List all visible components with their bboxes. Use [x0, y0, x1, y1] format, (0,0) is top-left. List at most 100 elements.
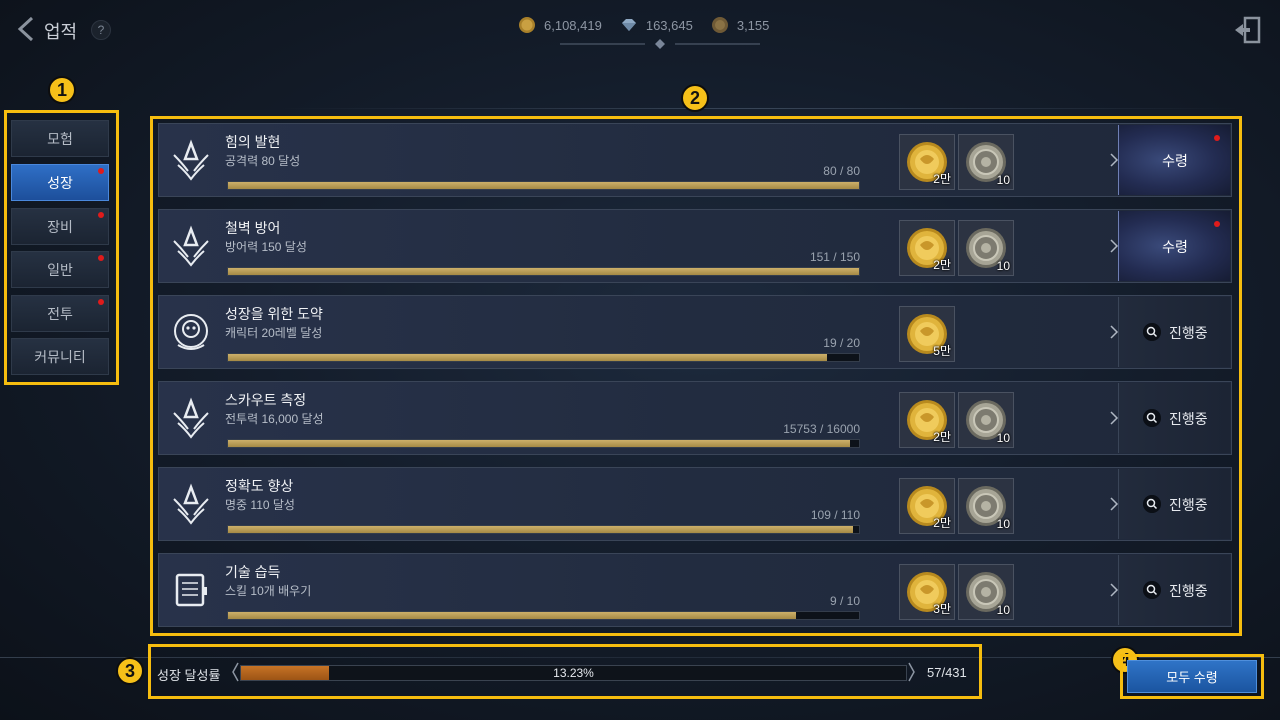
achievement-row[interactable]: 성장을 위한 도약 캐릭터 20레벨 달성 19 / 20 5만 진행중 [158, 295, 1232, 369]
reward-slot[interactable]: 10 [958, 392, 1014, 448]
claim-button[interactable]: 수령 [1118, 125, 1230, 195]
achievement-row[interactable]: 스카우트 측정전투력 16,000 달성 15753 / 16000 2만 10 진행중 [158, 381, 1232, 455]
exit-icon[interactable] [1232, 16, 1262, 44]
achievement-name: 성장을 위한 도약 [225, 306, 323, 322]
notification-dot [1214, 135, 1220, 141]
in-progress-button[interactable]: 진행중 [1118, 469, 1230, 539]
achievement-emblem-icon [173, 483, 209, 525]
currency-diamond-value: 163,645 [645, 17, 693, 33]
achievement-emblem-icon [173, 225, 209, 267]
achievement-progress-count: 109 / 110 [810, 508, 860, 522]
in-progress-button[interactable]: 진행중 [1118, 383, 1230, 453]
magnifier-icon [1143, 581, 1161, 599]
achievement-row[interactable]: 정확도 향상명중 110 달성 109 / 110 2만 10 진행중 [158, 467, 1232, 541]
achievement-emblem-icon [173, 139, 209, 181]
callout-badge-3: 3 [116, 657, 144, 685]
currency-gold: 6,108,419 [518, 16, 602, 34]
reward-quantity: 2만 [933, 430, 951, 444]
notification-dot [98, 255, 104, 261]
reward-quantity: 5만 [933, 344, 951, 358]
notification-dot [98, 299, 104, 305]
in-progress-label: 진행중 [1169, 497, 1208, 513]
in-progress-label: 진행중 [1169, 325, 1208, 341]
achievement-name: 스카우트 측정 [225, 392, 307, 408]
reward-slot[interactable]: 3만 [899, 564, 955, 620]
claim-button-label: 수령 [1162, 239, 1188, 255]
sidebar-item-growth[interactable]: 성장 [11, 164, 109, 201]
achievement-progress-fill [228, 440, 850, 447]
reward-quantity: 10 [996, 173, 1010, 187]
in-progress-label: 진행중 [1169, 583, 1208, 599]
currency-bronze-value: 3,155 [736, 17, 770, 33]
claim-button[interactable]: 수령 [1118, 211, 1230, 281]
claim-button-label: 수령 [1162, 153, 1188, 169]
achievement-progress-bar [227, 525, 860, 534]
notification-dot [98, 168, 104, 174]
back-arrow-icon[interactable] [12, 14, 42, 44]
in-progress-button[interactable]: 진행중 [1118, 297, 1230, 367]
reward-slot[interactable]: 10 [958, 564, 1014, 620]
bronze-coin-icon [711, 17, 728, 33]
sidebar-item-general[interactable]: 일반 [11, 251, 109, 288]
currency-diamond: 163,645 [620, 16, 693, 34]
achievement-name: 힘의 발현 [225, 134, 281, 150]
achievement-progress-count: 151 / 150 [809, 250, 860, 264]
header-divider [280, 108, 1240, 109]
sidebar-item-label: 장비 [47, 218, 73, 235]
claim-all-label: 모두 수령 [1166, 670, 1218, 685]
currency-bronze: 3,155 [711, 16, 770, 34]
achievement-progress-fill [228, 268, 859, 275]
reward-slot[interactable]: 2만 [899, 392, 955, 448]
achievement-description: 스킬 10개 배우기 [225, 584, 312, 598]
help-icon[interactable]: ? [91, 20, 111, 40]
achievement-row[interactable]: 기술 습득 스킬 10개 배우기 9 / 10 3만 10 진행중 [158, 553, 1232, 627]
currency-gold-value: 6,108,419 [544, 17, 602, 33]
reward-slot[interactable]: 2만 [899, 220, 955, 276]
achievement-progress-count: 15753 / 16000 [783, 422, 860, 436]
achievement-description: 전투력 16,000 달성 [225, 412, 324, 426]
reward-quantity: 10 [996, 431, 1010, 445]
reward-slot[interactable]: 10 [958, 478, 1014, 534]
sidebar-item-label: 전투 [47, 305, 73, 322]
sidebar-item-combat[interactable]: 전투 [11, 295, 109, 332]
in-progress-button[interactable]: 진행중 [1118, 555, 1230, 625]
achievement-progress-fill [228, 612, 796, 619]
reward-quantity: 10 [996, 259, 1010, 273]
sidebar-item-label: 일반 [47, 261, 73, 278]
diamond-icon [621, 19, 636, 31]
bar-cap-right-icon [908, 662, 915, 682]
reward-slot[interactable]: 5만 [899, 306, 955, 362]
in-progress-label: 진행중 [1169, 411, 1208, 427]
achievement-progress-fill [228, 526, 854, 533]
sidebar-item-equipment[interactable]: 장비 [11, 208, 109, 245]
notification-dot [98, 212, 104, 218]
reward-slot[interactable]: 10 [958, 134, 1014, 190]
sidebar-item-label: 모험 [47, 130, 73, 147]
reward-slot[interactable]: 10 [958, 220, 1014, 276]
bar-cap-left-icon [232, 662, 239, 682]
reward-slot[interactable]: 2만 [899, 134, 955, 190]
reward-quantity: 2만 [933, 516, 951, 530]
achievement-row[interactable]: 철벽 방어 방어력 150 달성 151 / 150 2만 10 수령 [158, 209, 1232, 283]
reward-quantity: 10 [996, 517, 1010, 531]
achievement-name: 기술 습득 [225, 564, 281, 580]
currency-ornament [560, 39, 760, 49]
achievement-progress-fill [228, 182, 859, 189]
sidebar-item-adventure[interactable]: 모험 [11, 120, 109, 157]
callout-badge-2: 2 [681, 84, 709, 112]
achievement-progress-bar [227, 267, 860, 276]
magnifier-icon [1143, 495, 1161, 513]
achievement-description: 명중 110 달성 [225, 498, 295, 512]
claim-all-button[interactable]: 모두 수령 [1127, 660, 1257, 693]
sidebar-item-community[interactable]: 커뮤니티 [11, 338, 109, 375]
callout-badge-1: 1 [48, 76, 76, 104]
achievement-progress-bar [227, 611, 860, 620]
achievement-emblem-icon [175, 573, 207, 607]
achievement-progress-bar [227, 353, 860, 362]
reward-quantity: 2만 [933, 258, 951, 272]
sidebar-item-label: 커뮤니티 [34, 348, 86, 365]
achievement-progress-count: 80 / 80 [823, 164, 860, 178]
achievement-row[interactable]: 힘의 발현 공격력 80 달성 80 / 80 2만 10 수령 [158, 123, 1232, 197]
reward-slot[interactable]: 2만 [899, 478, 955, 534]
achievement-name: 정확도 향상 [225, 478, 294, 494]
